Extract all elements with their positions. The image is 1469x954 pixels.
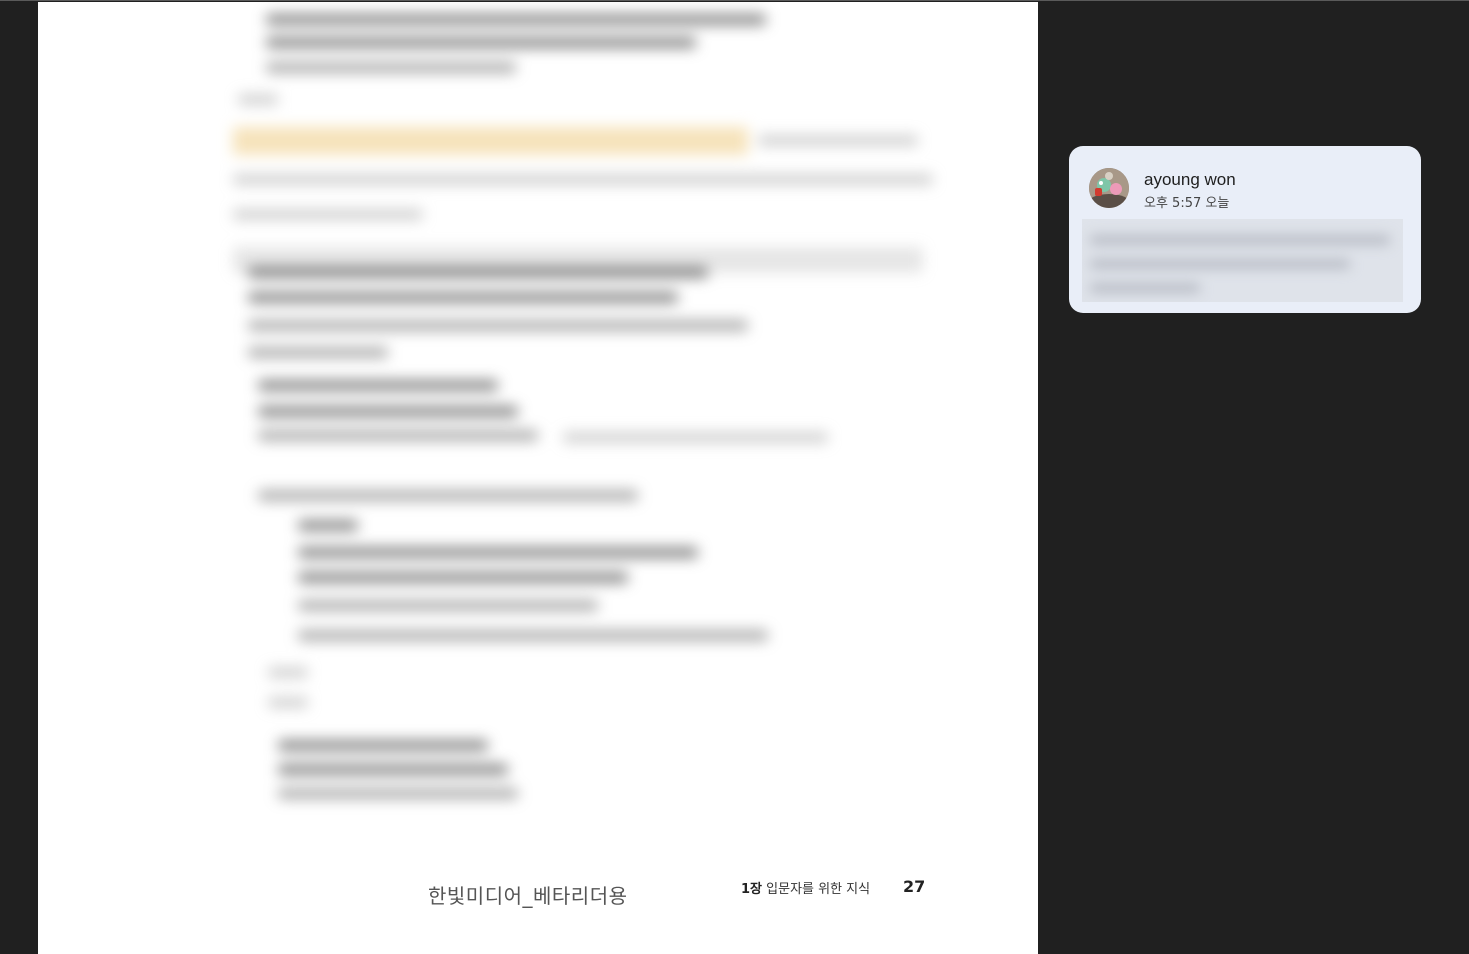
avatar-photo-icon[interactable] [1089, 168, 1129, 208]
blurred-page-content [38, 2, 1038, 832]
comment-timestamp: 오후 5:57 오늘 [1144, 196, 1230, 211]
watermark-text: 한빛미디어_베타리더용 [428, 884, 628, 908]
chapter-number: 1장 [741, 882, 763, 897]
document-page: 한빛미디어_베타리더용 1장 입문자를 위한 지식 27 [38, 2, 1038, 954]
comment-author: ayoung won [1144, 170, 1236, 189]
highlighted-text [233, 127, 748, 155]
chapter-label: 1장 입문자를 위한 지식 [741, 878, 870, 897]
chapter-title: 입문자를 위한 지식 [766, 882, 871, 897]
document-viewer: 한빛미디어_베타리더용 1장 입문자를 위한 지식 27 ayoung won … [0, 0, 1469, 954]
comment-body-blurred [1082, 219, 1403, 302]
comment-card[interactable]: ayoung won 오후 5:57 오늘 [1069, 146, 1421, 313]
page-number: 27 [903, 877, 926, 896]
